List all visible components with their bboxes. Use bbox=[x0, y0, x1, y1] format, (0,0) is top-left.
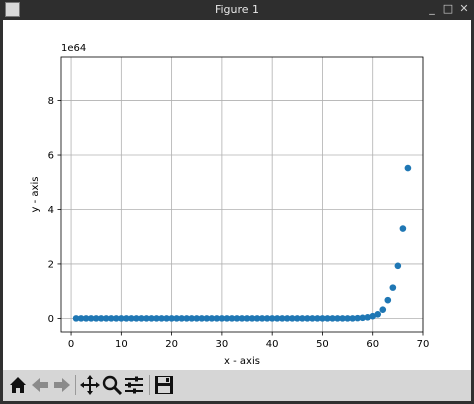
y-tick-label: 6 bbox=[48, 151, 54, 162]
x-tick-label: 40 bbox=[266, 339, 279, 350]
x-tick-label: 60 bbox=[366, 339, 379, 350]
y-tick-label: 8 bbox=[48, 96, 54, 107]
data-point bbox=[404, 164, 412, 172]
x-tick-label: 0 bbox=[68, 339, 74, 350]
navigation-toolbar bbox=[3, 370, 471, 401]
y-tick-label: 0 bbox=[48, 314, 54, 325]
back-icon[interactable] bbox=[29, 374, 51, 396]
data-point bbox=[379, 306, 387, 313]
axes-frame bbox=[60, 56, 424, 333]
figure-canvas[interactable]: 0 10 20 30 40 50 60 70 0 2 4 6 8 1e64 x - axis y - a… bbox=[3, 20, 471, 370]
figure-window: Figure 1 _ □ ✕ 0 10 20 30 40 50 60 70 0 2 4 6 8 1e64… bbox=[0, 0, 474, 404]
configure-subplots-icon[interactable] bbox=[123, 374, 145, 396]
y-tick-label: 2 bbox=[48, 259, 54, 270]
data-point bbox=[384, 296, 392, 304]
x-tick-label: 70 bbox=[417, 339, 430, 350]
maximize-button[interactable]: □ bbox=[441, 2, 455, 16]
y-tick-label: 4 bbox=[48, 205, 54, 216]
forward-icon[interactable] bbox=[51, 374, 73, 396]
x-tick-label: 20 bbox=[165, 339, 178, 350]
x-axis-label: x - axis bbox=[224, 356, 260, 367]
y-axis-label: y - axis bbox=[30, 177, 41, 213]
zoom-icon[interactable] bbox=[101, 374, 123, 396]
toolbar-separator bbox=[75, 375, 76, 395]
title-bar[interactable]: Figure 1 _ □ ✕ bbox=[0, 0, 474, 20]
window-title: Figure 1 bbox=[214, 3, 260, 16]
x-tick-label: 10 bbox=[115, 339, 128, 350]
close-button[interactable]: ✕ bbox=[457, 2, 471, 16]
minimize-button[interactable]: _ bbox=[425, 2, 439, 16]
pan-icon[interactable] bbox=[79, 374, 101, 396]
data-point bbox=[374, 311, 382, 318]
x-tick-label: 50 bbox=[316, 339, 329, 350]
home-icon[interactable] bbox=[7, 374, 29, 396]
data-point bbox=[394, 262, 402, 270]
toolbar-separator bbox=[149, 375, 150, 395]
scatter-plot: 0 10 20 30 40 50 60 70 0 2 4 6 8 1e64 x - axis y - a… bbox=[30, 43, 430, 367]
data-point bbox=[389, 284, 397, 291]
data-point bbox=[399, 225, 407, 232]
x-tick-label: 30 bbox=[216, 339, 229, 350]
y-offset-text: 1e64 bbox=[61, 43, 86, 54]
save-icon[interactable] bbox=[153, 374, 175, 396]
